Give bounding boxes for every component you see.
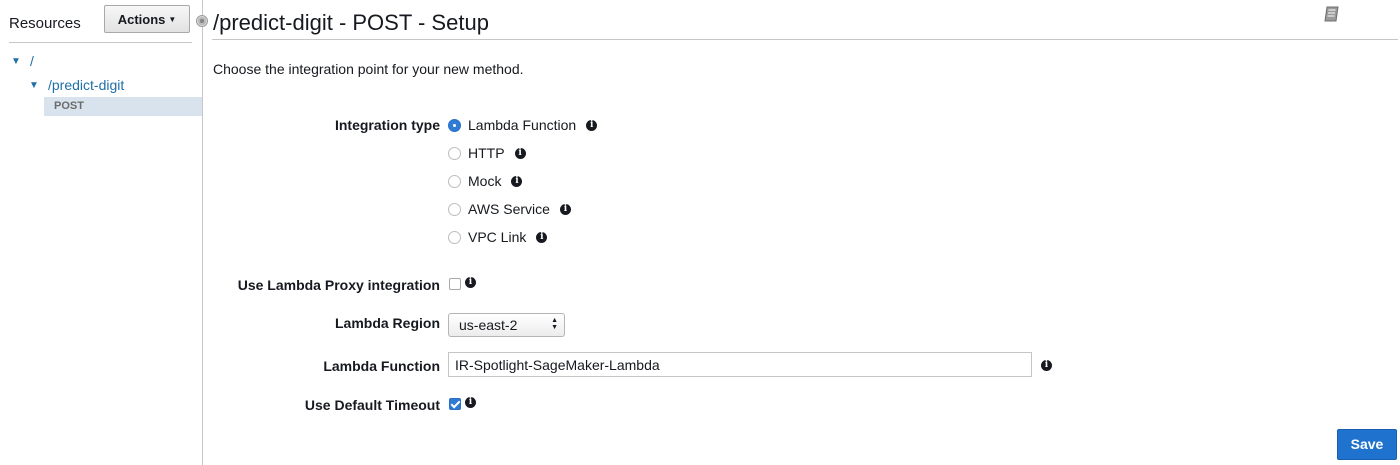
tree-item-root[interactable]: ▼ /: [11, 53, 34, 69]
default-timeout-checkbox[interactable]: [449, 398, 461, 410]
lambda-region-value: us-east-2: [459, 317, 518, 333]
info-icon[interactable]: i: [465, 397, 476, 408]
info-icon[interactable]: i: [586, 119, 598, 131]
info-icon[interactable]: i: [1041, 360, 1052, 371]
actions-button-label: Actions: [117, 11, 166, 27]
radio-button[interactable]: [448, 146, 461, 160]
chevron-down-icon: ▼: [168, 14, 177, 24]
tree-item-predict-digit-label: /predict-digit: [48, 77, 125, 93]
radio-vpc-link[interactable]: VPC Link i: [448, 229, 548, 245]
radio-button[interactable]: [448, 230, 461, 244]
default-timeout-label: Use Default Timeout: [304, 397, 440, 413]
title-divider: [212, 39, 1398, 40]
radio-label: AWS Service: [468, 201, 550, 217]
lambda-region-label: Lambda Region: [334, 315, 440, 331]
radio-button[interactable]: [448, 174, 461, 188]
lambda-function-label: Lambda Function: [323, 358, 440, 374]
radio-label: VPC Link: [468, 229, 527, 245]
intro-text: Choose the integration point for your ne…: [213, 61, 524, 77]
lambda-proxy-checkbox[interactable]: [449, 278, 461, 290]
radio-mock[interactable]: Mock i: [448, 173, 523, 189]
tree-item-root-label: /: [30, 53, 34, 69]
caret-down-icon[interactable]: ▼: [11, 56, 21, 67]
panel-divider: [9, 42, 192, 43]
radio-label: HTTP: [468, 145, 505, 161]
select-arrows-icon: ▲ ▼: [551, 317, 558, 331]
lambda-function-input[interactable]: [448, 352, 1032, 377]
resources-title: Resources: [9, 15, 81, 32]
info-icon[interactable]: i: [514, 147, 526, 159]
radio-label: Lambda Function: [468, 117, 577, 133]
radio-button[interactable]: [448, 202, 461, 216]
info-icon[interactable]: i: [536, 231, 548, 243]
caret-down-icon[interactable]: ▼: [29, 80, 39, 91]
info-icon[interactable]: i: [465, 277, 476, 288]
radio-lambda-function[interactable]: Lambda Function i: [448, 117, 598, 133]
tree-item-predict-digit[interactable]: ▼ /predict-digit: [29, 77, 124, 93]
lambda-region-select[interactable]: us-east-2 ▲ ▼: [448, 313, 565, 337]
save-button[interactable]: Save: [1337, 429, 1397, 460]
radio-label: Mock: [468, 173, 502, 189]
actions-button[interactable]: Actions ▼: [104, 5, 190, 33]
radio-aws-service[interactable]: AWS Service i: [448, 201, 571, 217]
lambda-proxy-label: Use Lambda Proxy integration: [237, 277, 440, 293]
info-icon[interactable]: i: [559, 203, 571, 215]
book-icon[interactable]: [1322, 4, 1342, 24]
page-title: /predict-digit - POST - Setup: [213, 10, 489, 35]
radio-http[interactable]: HTTP i: [448, 145, 526, 161]
panel-resize-handle[interactable]: [196, 15, 208, 27]
radio-button[interactable]: [448, 118, 461, 132]
resources-panel: Resources Actions ▼ ▼ / ▼ /predict-digit…: [0, 0, 203, 465]
info-icon[interactable]: i: [511, 175, 523, 187]
integration-type-label: Integration type: [334, 117, 440, 133]
tree-item-post-method[interactable]: POST: [44, 97, 202, 116]
